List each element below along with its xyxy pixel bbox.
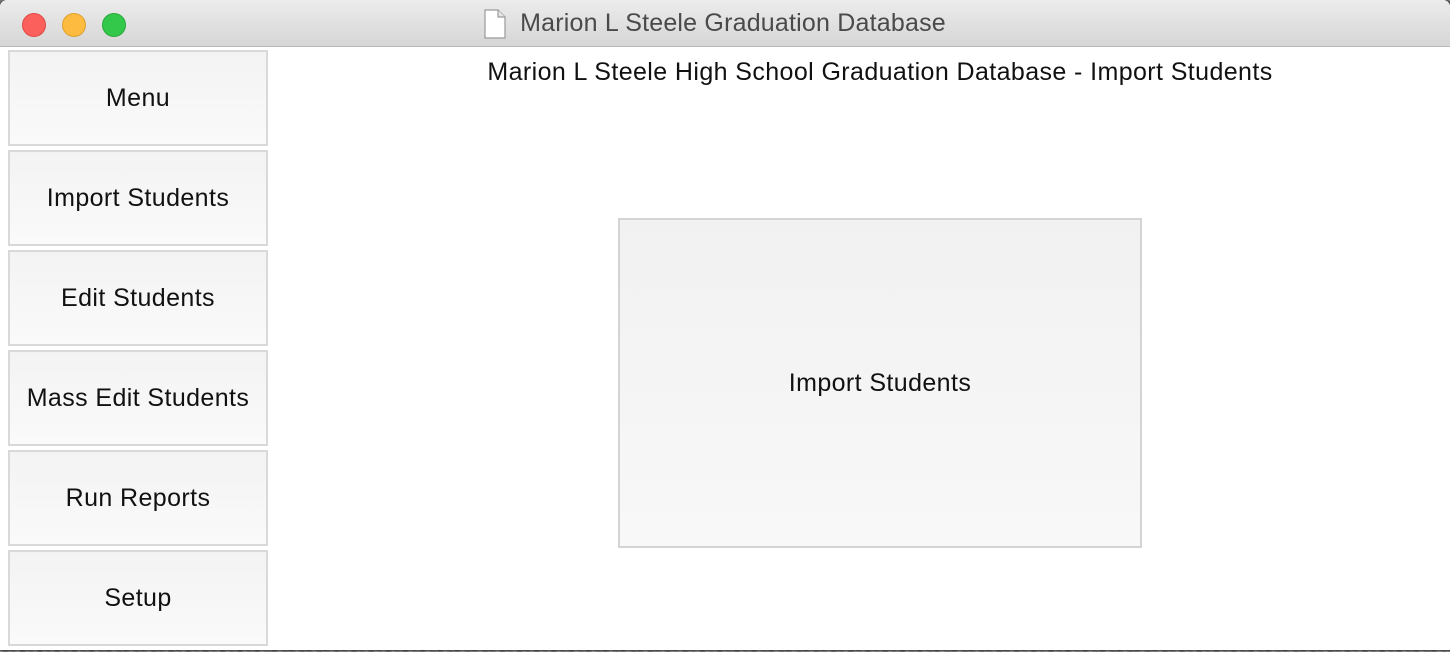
import-students-nav-button[interactable]: Import Students xyxy=(8,150,268,246)
run-reports-button[interactable]: Run Reports xyxy=(8,450,268,546)
document-icon xyxy=(484,8,506,39)
mass-edit-students-button[interactable]: Mass Edit Students xyxy=(8,350,268,446)
window-title: Marion L Steele Graduation Database xyxy=(520,9,946,37)
window-title-group: Marion L Steele Graduation Database xyxy=(0,0,1450,47)
setup-button[interactable]: Setup xyxy=(8,550,268,646)
edit-students-button[interactable]: Edit Students xyxy=(8,250,268,346)
title-bar[interactable]: Marion L Steele Graduation Database xyxy=(0,0,1450,47)
import-students-button[interactable]: Import Students xyxy=(618,218,1142,548)
edit-students-label: Edit Students xyxy=(61,283,215,312)
setup-label: Setup xyxy=(104,583,172,612)
app-window: Marion L Steele Graduation Database Menu… xyxy=(0,0,1450,650)
import-students-nav-label: Import Students xyxy=(46,183,230,212)
sidebar: Menu Import Students Edit Students Mass … xyxy=(0,48,270,650)
menu-button-label: Menu xyxy=(105,83,171,112)
menu-button[interactable]: Menu xyxy=(8,50,268,146)
page-title: Marion L Steele High School Graduation D… xyxy=(487,58,1273,86)
run-reports-label: Run Reports xyxy=(65,483,211,512)
import-students-button-label: Import Students xyxy=(788,368,972,397)
mass-edit-students-label: Mass Edit Students xyxy=(26,383,250,412)
